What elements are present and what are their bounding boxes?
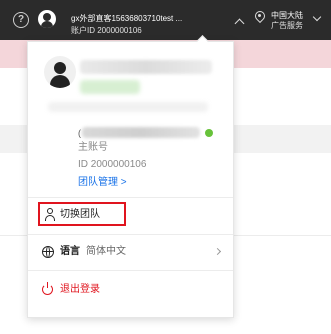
account-id: 账户ID 2000000106 [71,26,142,35]
help-circle-icon[interactable]: ? [13,12,29,28]
language-label: 语言 [60,246,80,257]
account-dropdown-panel: ( 主账号 ID 2000000106 团队管理 > 切换团队 语言 简体中文 [27,35,234,318]
user-avatar-icon [44,56,76,88]
user-icon [44,208,56,221]
language-menu-item[interactable]: 语言 简体中文 [28,237,233,267]
divider [28,270,233,271]
account-menu-trigger[interactable]: gx外部直客15636803710test ... 账户ID 200000010… [36,6,245,36]
switch-team-label: 切换团队 [60,209,100,220]
page: ? gx外部直客15636803710test ... 账户ID 2000000… [0,0,331,334]
user-avatar-icon [38,10,56,28]
logout-menu-item[interactable]: 退出登录 [28,276,233,304]
language-value: 简体中文 [86,246,126,257]
team-manage-link[interactable]: 团队管理 > [78,177,127,189]
top-bar: ? gx外部直客15636803710test ... 账户ID 2000000… [0,0,331,40]
divider [28,234,233,235]
chevron-right-icon [213,247,222,256]
blurred-info [48,102,208,112]
switch-team-button[interactable]: 切换团队 [38,202,126,226]
blurred-account [82,127,200,138]
chevron-up-icon [234,18,245,29]
account-prefix: ( [78,128,81,138]
blurred-username [80,60,212,74]
blurred-status [80,80,140,94]
account-type: 主账号 [78,142,108,153]
account-name: gx外部直客15636803710test ... [71,14,183,23]
account-id-detail: ID 2000000106 [78,159,147,170]
verified-status-icon [205,129,213,137]
region-name: 中国大陆 [271,11,303,20]
globe-icon [42,246,54,258]
divider [28,197,233,198]
chevron-down-icon [312,12,322,22]
region-selector[interactable]: 中国大陆 广告服务 [252,8,325,34]
power-icon [42,282,54,295]
logout-label: 退出登录 [60,284,100,295]
region-service: 广告服务 [271,21,303,30]
